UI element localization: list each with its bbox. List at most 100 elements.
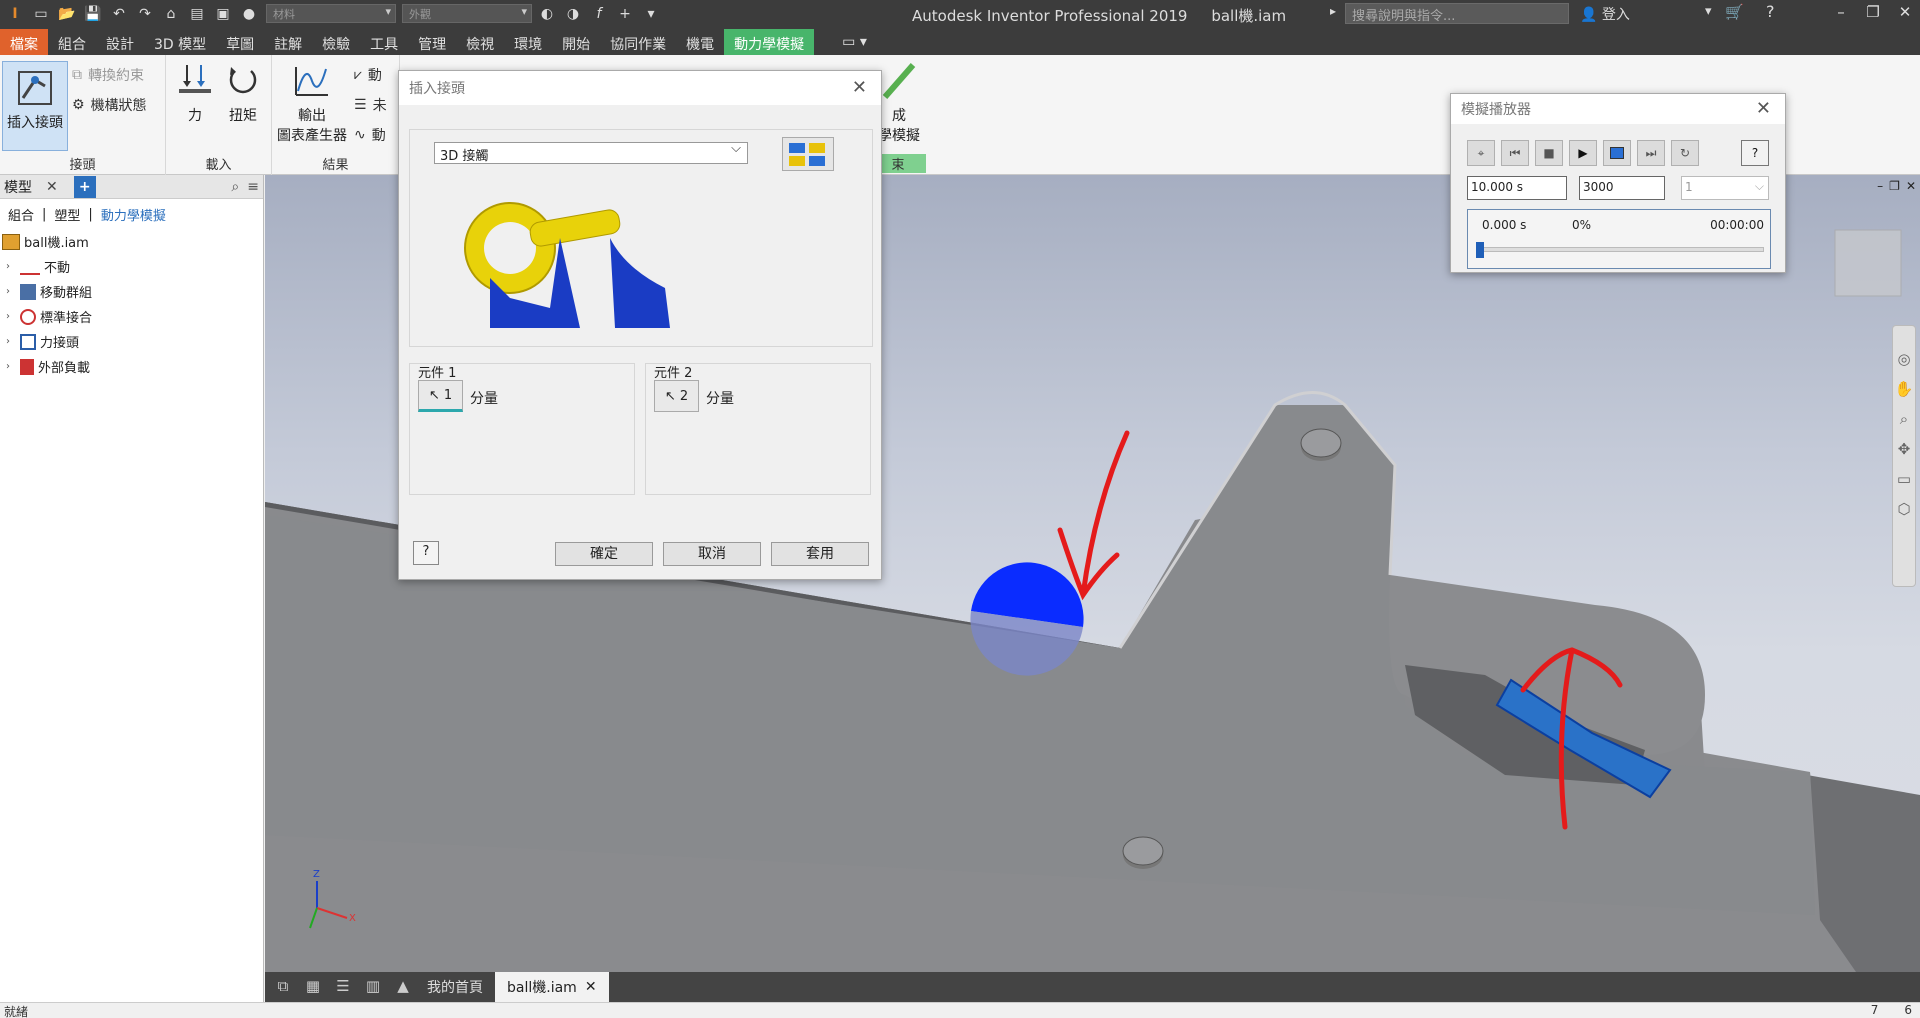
browser-close-icon[interactable]: ✕ [46,179,58,195]
tab-dynamic-simulation[interactable]: 動力學模擬 [724,29,815,55]
rewind-button[interactable]: ⏮ [1501,140,1529,166]
color-icon[interactable]: ● [238,5,260,23]
view-face-icon[interactable]: ⬡ [1897,500,1910,518]
minimize-icon[interactable]: – [1826,3,1856,21]
browser-search-icon[interactable]: ⌕ [231,179,239,195]
tab-annotate[interactable]: 註解 [264,29,312,55]
tab-manage[interactable]: 管理 [408,29,456,55]
adjust-icon[interactable]: ◑ [562,5,584,23]
construction-mode-button[interactable]: ⌖ [1467,140,1495,166]
viewport-minimize-icon[interactable]: – [1877,179,1883,193]
fast-forward-button[interactable]: ⏭ [1637,140,1665,166]
dialog-close-icon[interactable]: ✕ [852,77,867,98]
browser-title[interactable]: 模型 [4,177,32,197]
tab-my-home[interactable]: 我的首頁 [415,972,495,1002]
tree-item-standard-joints[interactable]: › 標準接合 [0,304,263,329]
new-icon[interactable]: ▭ [30,5,52,23]
joint-table-button[interactable] [782,137,834,171]
ok-button[interactable]: 確定 [555,542,653,566]
dialog-help-button[interactable]: ? [413,541,439,565]
tree-item-external-loads[interactable]: › 外部負載 [0,354,263,379]
expand-icon[interactable]: › [6,286,20,297]
results-item-2[interactable]: ☰ 未 [354,95,387,115]
help-icon[interactable]: ? [1766,2,1775,21]
tab-file[interactable]: 檔案 [0,29,48,55]
tree-item-grounded[interactable]: › 不動 [0,254,263,279]
joint-type-dropdown[interactable]: 3D 接觸 [434,141,748,164]
orbit-icon[interactable]: ✥ [1898,440,1911,458]
mechanism-status-button[interactable]: ⚙ 機構狀態 [72,95,147,115]
expand-icon[interactable]: › [6,261,20,272]
insert-joint-titlebar[interactable]: 插入接頭 ✕ [399,71,881,105]
torque-button[interactable]: 扭矩 [220,61,266,125]
loop-button[interactable]: ↻ [1671,140,1699,166]
signin-dropdown-icon[interactable]: ▾ [1705,4,1712,19]
results-item-1[interactable]: ⩗ 動 [354,65,382,85]
tab-collaborate[interactable]: 協同作業 [600,29,676,55]
restore-icon[interactable]: ❐ [1858,3,1888,21]
open-icon[interactable]: 📂 [56,5,78,23]
clear-appearance-icon[interactable]: ◐ [536,5,558,23]
undo-icon[interactable]: ↶ [108,5,130,23]
screen-refresh-button[interactable] [1603,140,1631,166]
apply-button[interactable]: 套用 [771,542,869,566]
convert-constraints-button[interactable]: ⧉ 轉換約束 [72,65,144,85]
tab-inspect[interactable]: 檢驗 [312,29,360,55]
filter-modeling[interactable]: 塑型 [54,205,80,224]
images-input[interactable]: 3000 [1579,176,1665,200]
update-icon[interactable]: ▤ [186,5,208,23]
viewport-close-icon[interactable]: ✕ [1906,179,1916,193]
viewport-restore-icon[interactable]: ❐ [1889,179,1900,193]
final-time-input[interactable]: 10.000 s [1467,176,1567,200]
plus-icon[interactable]: + [614,5,636,23]
select-icon[interactable]: ▣ [212,5,234,23]
cascade-icon[interactable]: ⧉ [271,977,295,997]
material-dropdown[interactable]: 材料 [266,4,396,23]
tab-get-started[interactable]: 開始 [552,29,600,55]
tab-environments[interactable]: 環境 [504,29,552,55]
output-grapher-button[interactable]: 輸出 圖表產生器 [274,61,350,145]
look-at-icon[interactable]: ▭ [1897,470,1911,488]
tab-tools[interactable]: 工具 [360,29,408,55]
steering-wheel-icon[interactable]: ◎ [1897,350,1910,368]
expand-icon[interactable]: › [6,311,20,322]
help-search-input[interactable]: 搜尋說明與指令... [1345,3,1569,24]
tile-horizontal-icon[interactable]: ☰ [331,977,355,997]
tab-assemble[interactable]: 組合 [48,29,96,55]
save-icon[interactable]: 💾 [82,5,104,23]
stop-button[interactable]: ■ [1535,140,1563,166]
tab-list-icon[interactable]: ▲ [391,977,415,997]
inventor-logo-icon[interactable]: I [4,5,26,23]
tab-3d-model[interactable]: 3D 模型 [144,29,216,55]
expand-icon[interactable]: › [6,336,20,347]
close-tab-icon[interactable]: ✕ [585,979,597,995]
signin-button[interactable]: 👤 登入 [1580,4,1630,24]
play-button[interactable]: ▶ [1569,140,1597,166]
zoom-icon[interactable]: ⌕ [1900,410,1908,428]
customize-icon[interactable]: ▾ [640,5,662,23]
appearance-dropdown[interactable]: 外觀 [402,4,532,23]
player-close-icon[interactable]: ✕ [1756,98,1771,119]
tab-design[interactable]: 設計 [96,29,144,55]
tree-root[interactable]: ball機.iam [0,229,263,254]
expand-icon[interactable]: › [6,361,20,372]
player-titlebar[interactable]: 模擬播放器 ✕ [1451,94,1785,124]
filter-dropdown[interactable]: 1 ⌵ [1681,176,1769,200]
filter-assembly[interactable]: 組合 [8,205,34,224]
tile-icon[interactable]: ▦ [301,977,325,997]
browser-menu-icon[interactable]: ≡ [247,179,259,195]
results-item-3[interactable]: ∿ 動 [354,125,386,145]
browser-add-icon[interactable]: + [73,175,96,198]
tile-vertical-icon[interactable]: ▥ [361,977,385,997]
search-arrow-icon[interactable]: ▸ [1330,4,1336,18]
progress-slider-thumb[interactable] [1476,242,1484,258]
player-help-button[interactable]: ? [1741,140,1769,166]
tree-item-force-joints[interactable]: › 力接頭 [0,329,263,354]
force-button[interactable]: 力 [172,61,218,125]
component2-select-button[interactable]: ↖ 2 [654,380,699,412]
redo-icon[interactable]: ↷ [134,5,156,23]
tab-view[interactable]: 檢視 [456,29,504,55]
ribbon-options-icon[interactable]: ▭ ▾ [832,29,877,55]
filter-dynamic-simulation[interactable]: 動力學模擬 [101,205,166,224]
pan-icon[interactable]: ✋ [1895,380,1914,398]
